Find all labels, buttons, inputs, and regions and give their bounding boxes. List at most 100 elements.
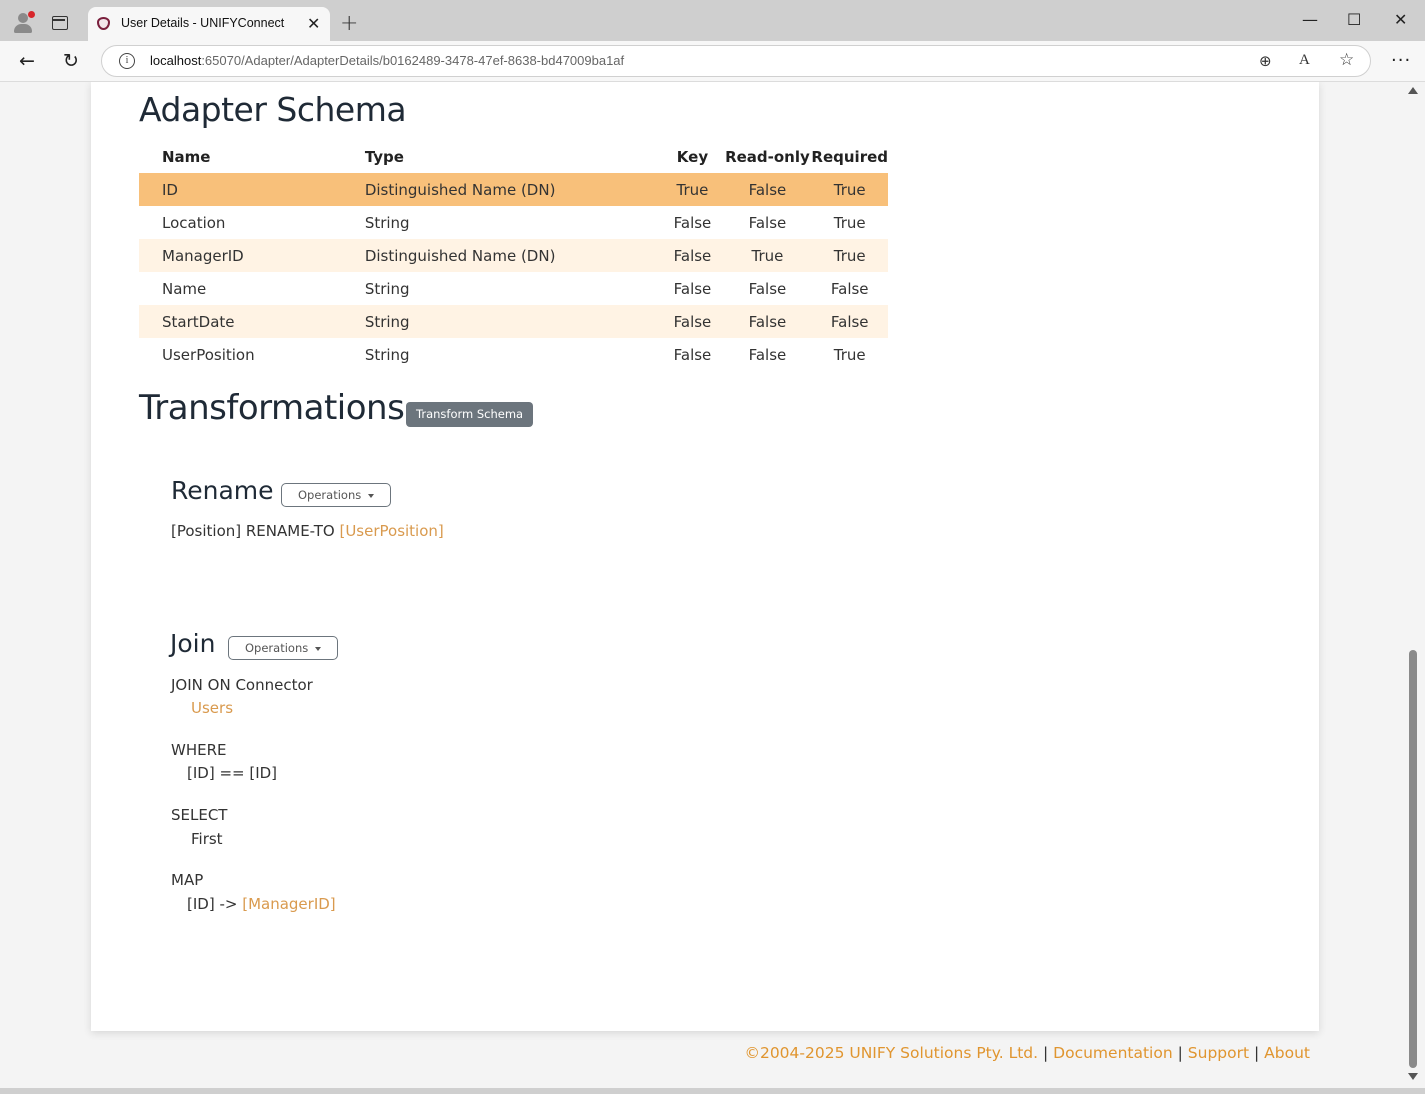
cell-type: String [364, 305, 662, 338]
cell-name: Location [162, 213, 226, 232]
join-on-label: JOIN ON Connector [171, 676, 313, 694]
column-header-name: Name [162, 147, 211, 166]
adapter-schema-table: Name Type Key Read-only Required ID Dist… [139, 140, 888, 371]
page-footer: ©2004-2025 UNIFY Solutions Pty. Ltd. | D… [0, 1044, 1310, 1062]
transformations-heading: Transformations [139, 388, 405, 428]
scrollbar-thumb[interactable] [1409, 650, 1417, 1068]
rename-operations-dropdown[interactable]: Operations [281, 483, 392, 507]
cell-key: False [673, 213, 712, 232]
cell-name: Name [162, 279, 207, 298]
cell-required: True [833, 345, 866, 364]
more-menu-icon[interactable]: ··· [1391, 50, 1411, 71]
window-bottom-border [0, 1088, 1425, 1094]
cell-name: ManagerID [139, 239, 365, 272]
where-label: WHERE [171, 741, 227, 759]
cell-name: StartDate [139, 305, 365, 338]
cell-required: True [811, 173, 888, 206]
rename-heading: Rename [171, 476, 274, 505]
about-link[interactable]: About [1264, 1044, 1310, 1062]
read-aloud-icon[interactable]: A [1299, 52, 1310, 69]
footer-separator: | [1254, 1044, 1260, 1062]
cell-key: True [661, 173, 724, 206]
column-header-type: Type [364, 147, 404, 166]
cell-readonly: False [723, 173, 812, 206]
url-host: localhost [150, 53, 202, 68]
select-value: First [191, 830, 223, 848]
content-card: Adapter Schema Name Type Key Read-only R… [91, 82, 1319, 1031]
map-label: MAP [171, 871, 204, 889]
support-link[interactable]: Support [1188, 1044, 1249, 1062]
maximize-icon[interactable]: ☐ [1347, 10, 1361, 29]
rename-target-link[interactable]: [UserPosition] [339, 522, 443, 540]
cell-type: String [364, 279, 410, 298]
minimize-icon[interactable]: — [1302, 10, 1318, 29]
cell-key: False [661, 239, 724, 272]
window-close-icon[interactable]: ✕ [1394, 10, 1407, 29]
join-operations-dropdown[interactable]: Operations [228, 636, 339, 660]
scroll-up-icon[interactable] [1408, 87, 1418, 94]
table-row[interactable]: ManagerID Distinguished Name (DN) False … [139, 239, 888, 272]
footer-separator: | [1043, 1044, 1049, 1062]
cell-readonly: False [723, 305, 812, 338]
select-label: SELECT [171, 806, 228, 824]
notification-dot-icon [28, 11, 35, 18]
column-header-key: Key [676, 147, 709, 166]
zoom-icon[interactable]: ⊕ [1259, 52, 1272, 70]
documentation-link[interactable]: Documentation [1053, 1044, 1173, 1062]
tab-close-icon[interactable]: ✕ [307, 14, 320, 33]
address-url[interactable]: localhost:65070/Adapter/AdapterDetails/b… [150, 53, 624, 68]
cell-readonly: False [748, 345, 787, 364]
cell-key: False [673, 345, 712, 364]
footer-separator: | [1177, 1044, 1183, 1062]
rename-source: [Position] RENAME-TO [171, 522, 335, 540]
map-rule: [ID] -> [ManagerID] [187, 895, 336, 913]
cell-name: UserPosition [162, 345, 255, 364]
table-row[interactable]: ID Distinguished Name (DN) True False Tr… [139, 173, 888, 206]
join-connector-link[interactable]: Users [191, 699, 233, 717]
refresh-icon[interactable]: ↻ [63, 50, 79, 72]
cell-key: False [673, 279, 712, 298]
cell-readonly: False [748, 279, 787, 298]
tab-actions-icon[interactable] [52, 16, 68, 30]
cell-required: True [833, 213, 866, 232]
page-viewport: Adapter Schema Name Type Key Read-only R… [0, 82, 1425, 1088]
table-row[interactable]: UserPosition String False False True [139, 338, 888, 371]
caret-down-icon [368, 493, 375, 498]
table-row[interactable]: Name String False False False [139, 272, 888, 305]
column-header-readonly: Read-only [725, 147, 810, 166]
transform-schema-button[interactable]: Transform Schema [406, 402, 534, 427]
cell-readonly: False [748, 213, 787, 232]
where-clause: [ID] == [ID] [187, 764, 278, 782]
operations-label: Operations [298, 488, 362, 502]
cell-type: Distinguished Name (DN) [364, 173, 662, 206]
cell-type: Distinguished Name (DN) [364, 239, 662, 272]
operations-label: Operations [245, 641, 309, 655]
cell-required: True [811, 239, 888, 272]
cell-type: String [364, 213, 410, 232]
url-path: :65070/Adapter/AdapterDetails/b0162489-3… [201, 53, 625, 68]
profile-avatar-icon[interactable] [12, 11, 35, 33]
vertical-scrollbar[interactable] [1404, 82, 1425, 1088]
copyright-text: ©2004-2025 UNIFY Solutions Pty. Ltd. [744, 1044, 1039, 1062]
browser-tab-active[interactable]: User Details - UNIFYConnect ✕ [88, 7, 330, 41]
favorite-star-icon[interactable]: ☆ [1339, 50, 1354, 70]
cell-readonly: True [723, 239, 812, 272]
back-icon[interactable]: ← [19, 50, 35, 72]
scroll-down-icon[interactable] [1408, 1073, 1418, 1080]
cell-required: False [830, 279, 869, 298]
site-favicon-icon [97, 17, 110, 30]
browser-toolbar: ← ↻ i localhost:65070/Adapter/AdapterDet… [0, 41, 1425, 82]
cell-type: String [364, 345, 410, 364]
cell-name: ID [139, 173, 365, 206]
cell-required: False [811, 305, 888, 338]
table-row[interactable]: StartDate String False False False [139, 305, 888, 338]
join-heading: Join [170, 629, 216, 658]
table-row[interactable]: Location String False False True [139, 206, 888, 239]
site-info-icon[interactable]: i [119, 53, 135, 69]
address-bar[interactable]: i localhost:65070/Adapter/AdapterDetails… [101, 45, 1371, 77]
browser-titlebar: User Details - UNIFYConnect ✕ + — ☐ ✕ [0, 0, 1425, 41]
map-target-link[interactable]: [ManagerID] [242, 895, 335, 913]
caret-down-icon [315, 646, 322, 651]
table-header-row: Name Type Key Read-only Required [139, 140, 888, 173]
new-tab-icon[interactable]: + [340, 11, 358, 36]
